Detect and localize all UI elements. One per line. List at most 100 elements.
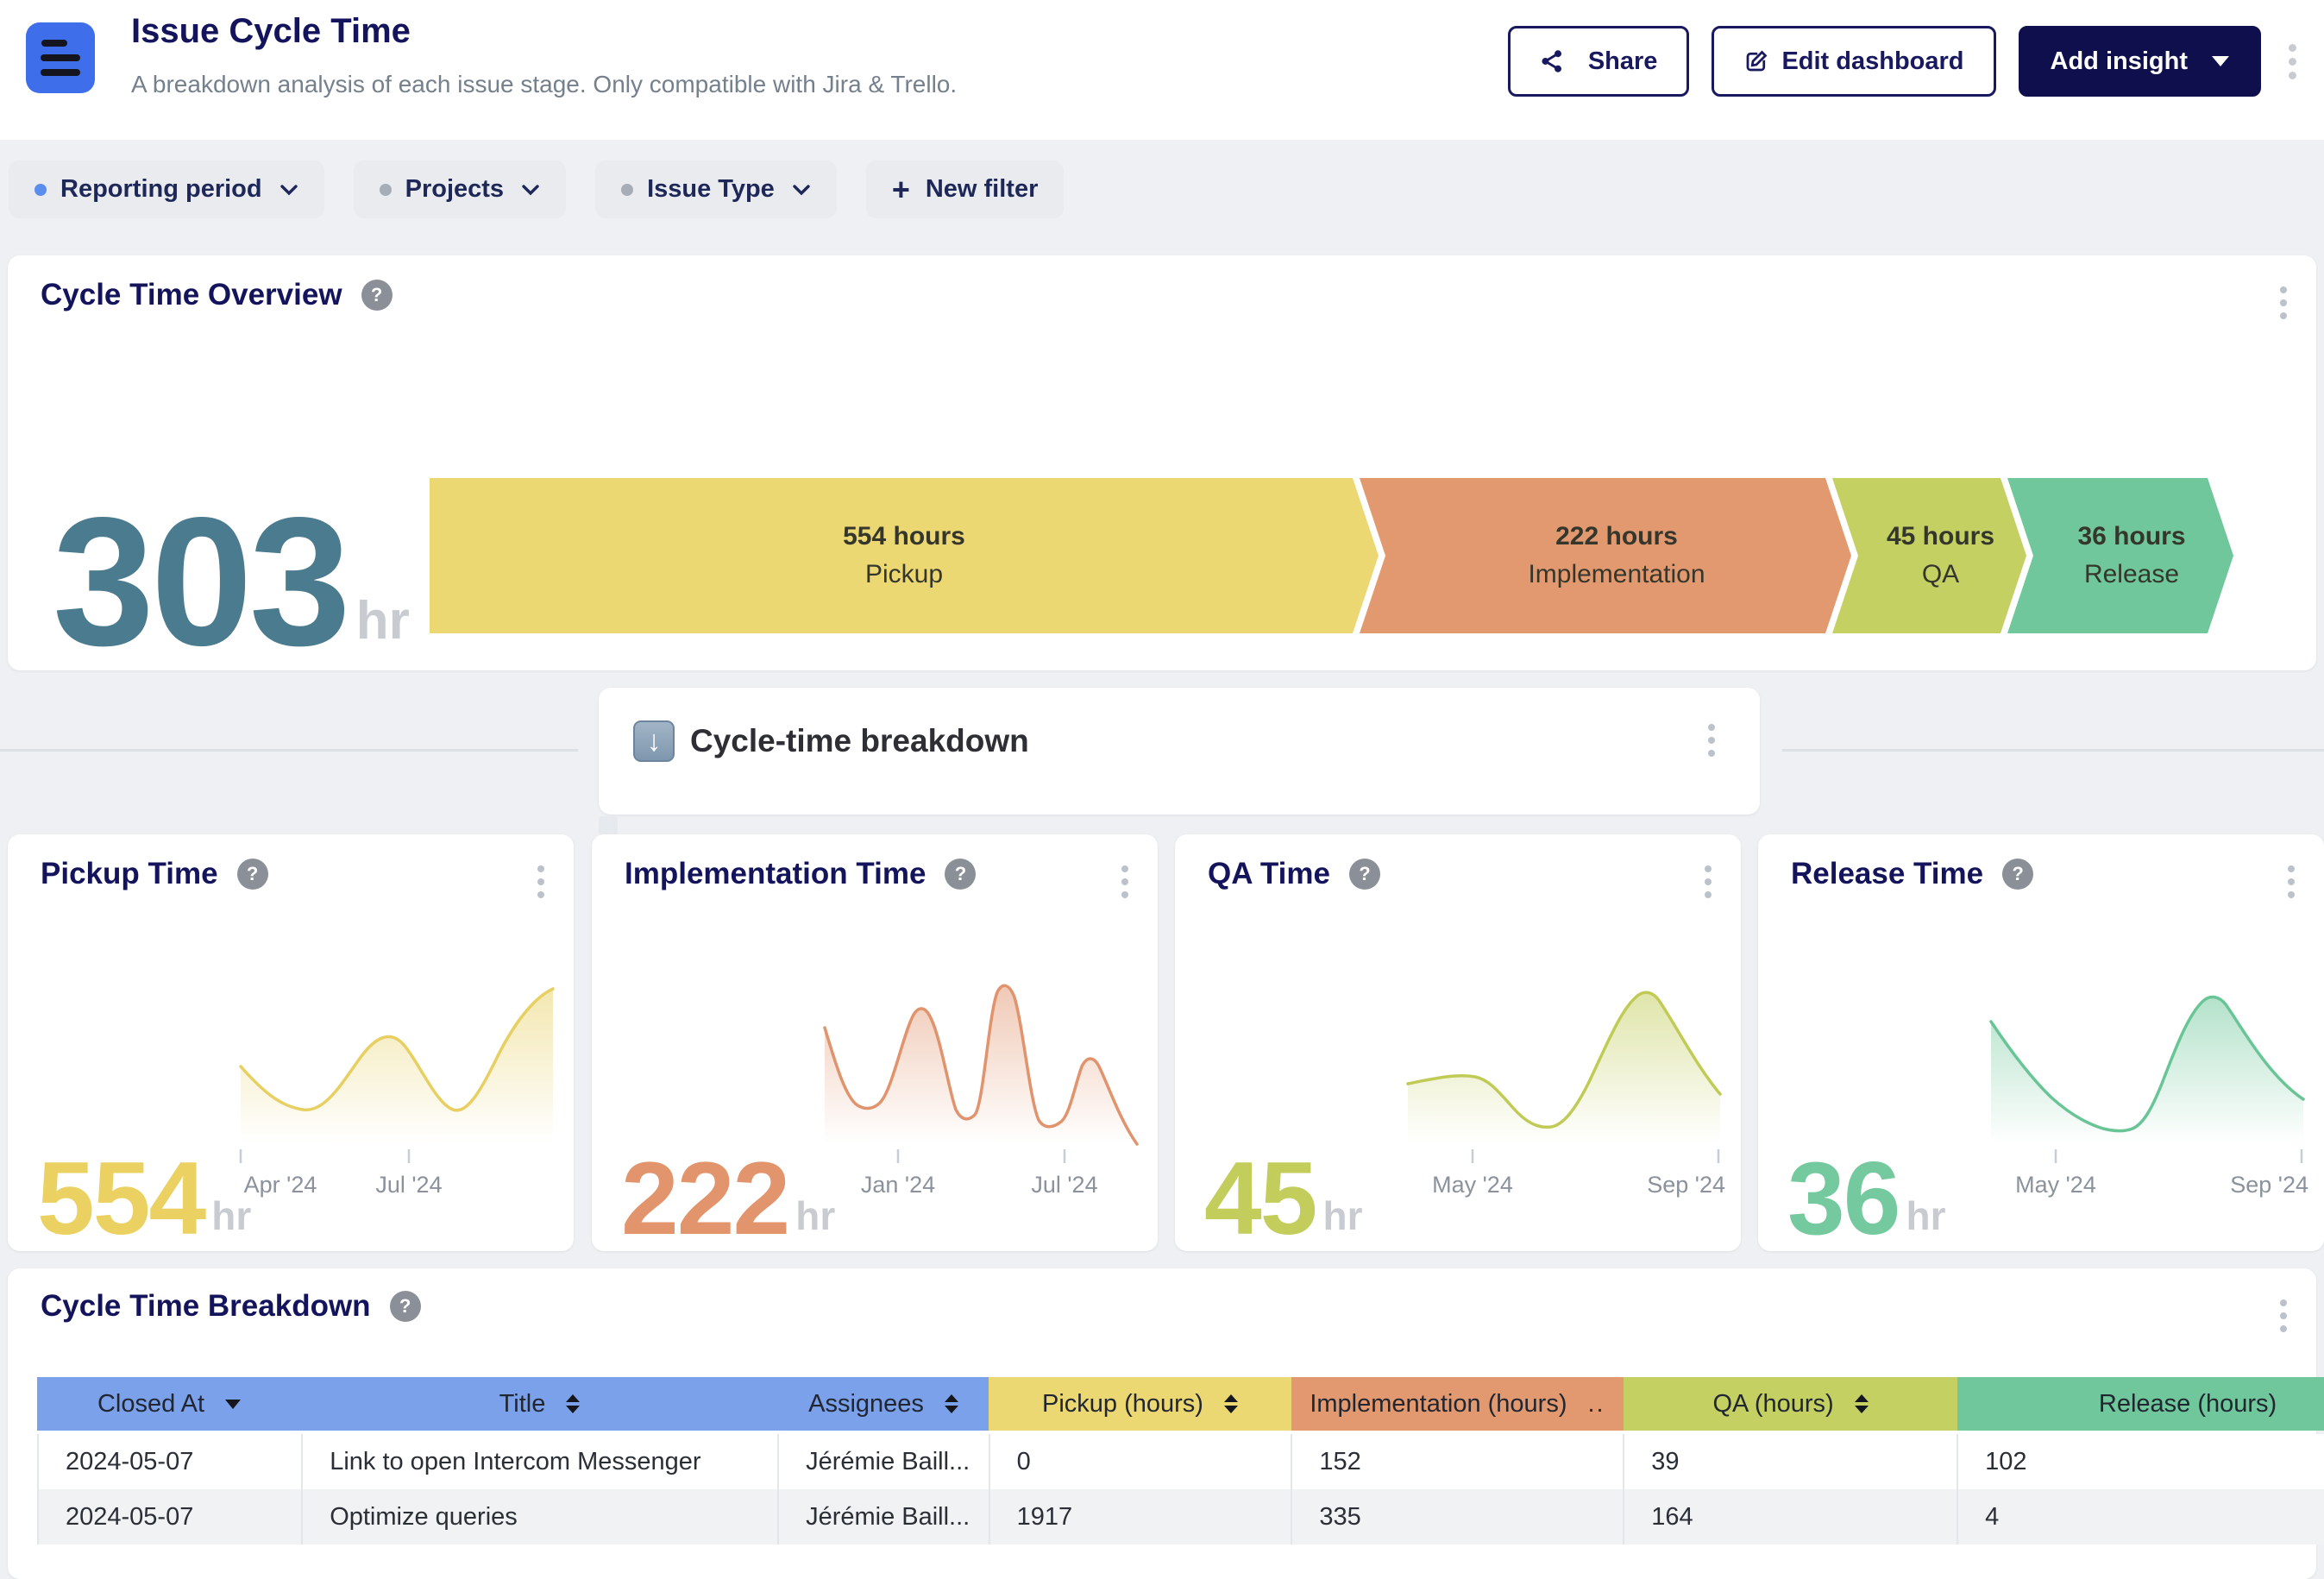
cycle-time-overview-card: Cycle Time Overview ? 303 hr 554 hoursPi… bbox=[8, 255, 2316, 670]
truncated-sort-icon: .. bbox=[1588, 1390, 1605, 1419]
metric-card-title: QA Time bbox=[1208, 857, 1330, 891]
total-unit: hr bbox=[356, 590, 410, 651]
cycle-time-breakdown-header-card: ↓ Cycle-time breakdown bbox=[599, 688, 1760, 815]
x-tick-label: Sep '24 bbox=[2230, 1172, 2308, 1198]
section-kebab-menu[interactable] bbox=[1703, 719, 1720, 762]
column-header-closed-at[interactable]: Closed At bbox=[37, 1377, 301, 1431]
metric-value: 36 hr bbox=[1787, 1155, 1945, 1242]
release-time-card: Release Time ? May '24 Sep '24 36 hr bbox=[1758, 834, 2324, 1251]
add-insight-button[interactable]: Add insight bbox=[2019, 26, 2261, 97]
edit-pencil-icon bbox=[1743, 48, 1769, 74]
menu-button[interactable] bbox=[26, 22, 95, 93]
card-kebab-menu[interactable] bbox=[1699, 860, 1717, 903]
cell-closed-at: 2024-05-07 bbox=[39, 1489, 303, 1544]
share-button[interactable]: Share bbox=[1508, 26, 1690, 97]
funnel-stage-implementation: 222 hoursImplementation bbox=[1360, 478, 1851, 633]
table-row[interactable]: 2024-05-07 Link to open Intercom Messeng… bbox=[37, 1434, 2324, 1489]
filter-label: Reporting period bbox=[60, 175, 262, 204]
help-icon[interactable]: ? bbox=[945, 859, 976, 890]
cell-pickup: 1917 bbox=[990, 1489, 1293, 1544]
cell-release: 4 bbox=[1958, 1489, 2324, 1544]
sort-icon bbox=[1224, 1394, 1238, 1413]
metric-value: 222 hr bbox=[621, 1155, 835, 1242]
column-header-implementation[interactable]: Implementation (hours) .. bbox=[1291, 1377, 1624, 1431]
help-icon[interactable]: ? bbox=[390, 1291, 421, 1322]
sort-icon bbox=[945, 1394, 958, 1413]
plus-icon: + bbox=[892, 174, 910, 205]
cell-assignees: Jérémie Baill... bbox=[779, 1489, 990, 1544]
help-icon[interactable]: ? bbox=[237, 859, 268, 890]
cell-implementation: 152 bbox=[1292, 1434, 1624, 1489]
share-label: Share bbox=[1588, 47, 1658, 76]
filter-dot bbox=[621, 184, 633, 196]
metric-value: 554 hr bbox=[37, 1155, 251, 1242]
chevron-down-icon bbox=[792, 184, 811, 196]
cell-title: Optimize queries bbox=[303, 1489, 779, 1544]
cell-qa: 164 bbox=[1624, 1489, 1958, 1544]
filter-issue-type[interactable]: Issue Type bbox=[595, 160, 837, 218]
table-kebab-menu[interactable] bbox=[2275, 1294, 2292, 1337]
column-header-release[interactable]: Release (hours) bbox=[1957, 1377, 2324, 1431]
sort-icon bbox=[1855, 1394, 1869, 1413]
add-insight-label: Add insight bbox=[2051, 47, 2188, 76]
column-header-qa[interactable]: QA (hours) bbox=[1624, 1377, 1957, 1431]
card-resize-handle[interactable] bbox=[599, 816, 618, 835]
section-divider bbox=[1782, 749, 2324, 752]
qa-time-card: QA Time ? May '24 Sep '24 45 hr bbox=[1175, 834, 1741, 1251]
cell-title: Link to open Intercom Messenger bbox=[303, 1434, 779, 1489]
x-tick-label: Jul '24 bbox=[1031, 1172, 1097, 1198]
card-kebab-menu[interactable] bbox=[1116, 860, 1134, 903]
implementation-sparkline: Jan '24 Jul '24 bbox=[816, 980, 1144, 1198]
help-icon[interactable]: ? bbox=[2002, 859, 2033, 890]
total-value: 303 bbox=[53, 506, 348, 657]
cell-closed-at: 2024-05-07 bbox=[39, 1434, 303, 1489]
new-filter-label: New filter bbox=[926, 175, 1039, 204]
cell-pickup: 0 bbox=[990, 1434, 1293, 1489]
cycle-time-table: Closed At Title Assignees Pickup (hours)… bbox=[37, 1377, 2324, 1544]
filter-label: Issue Type bbox=[647, 175, 775, 204]
card-kebab-menu[interactable] bbox=[532, 860, 550, 903]
chevron-down-icon bbox=[280, 184, 298, 196]
header-actions: Share Edit dashboard Add insight bbox=[1508, 26, 2302, 97]
edit-dashboard-button[interactable]: Edit dashboard bbox=[1712, 26, 1995, 97]
metric-card-title: Implementation Time bbox=[625, 857, 926, 891]
column-header-assignees[interactable]: Assignees bbox=[778, 1377, 989, 1431]
cell-release: 102 bbox=[1958, 1434, 2324, 1489]
filter-label: Projects bbox=[405, 175, 504, 204]
funnel-stage-qa: 45 hoursQA bbox=[1832, 478, 2026, 633]
app-header: Issue Cycle Time A breakdown analysis of… bbox=[0, 0, 2324, 140]
total-cycle-time: 303 hr bbox=[53, 506, 410, 657]
x-tick-label: Apr '24 bbox=[244, 1172, 317, 1198]
caret-down-icon bbox=[2212, 56, 2229, 66]
qa-sparkline: May '24 Sep '24 bbox=[1399, 980, 1727, 1198]
chevron-down-icon bbox=[521, 184, 540, 196]
section-title: Cycle-time breakdown bbox=[690, 723, 1029, 759]
x-tick-label: May '24 bbox=[2015, 1172, 2096, 1198]
help-icon[interactable]: ? bbox=[361, 280, 393, 311]
filter-projects[interactable]: Projects bbox=[354, 160, 566, 218]
sort-icon bbox=[566, 1394, 580, 1413]
funnel-stage-pickup: 554 hoursPickup bbox=[430, 478, 1379, 633]
table-header-row: Closed At Title Assignees Pickup (hours)… bbox=[37, 1377, 2324, 1431]
pickup-time-card: Pickup Time ? Apr '24 Jul '24 554 hr bbox=[8, 834, 574, 1251]
filter-reporting-period[interactable]: Reporting period bbox=[9, 160, 324, 218]
x-tick-label: Jan '24 bbox=[861, 1172, 935, 1198]
share-icon bbox=[1540, 49, 1564, 73]
help-icon[interactable]: ? bbox=[1349, 859, 1380, 890]
overview-card-title: Cycle Time Overview bbox=[41, 278, 342, 312]
x-tick-label: Sep '24 bbox=[1647, 1172, 1725, 1198]
column-header-title[interactable]: Title bbox=[301, 1377, 778, 1431]
cell-qa: 39 bbox=[1624, 1434, 1958, 1489]
page-subtitle: A breakdown analysis of each issue stage… bbox=[131, 71, 957, 98]
page-title: Issue Cycle Time bbox=[131, 12, 411, 51]
card-kebab-menu[interactable] bbox=[2283, 860, 2300, 903]
column-header-pickup[interactable]: Pickup (hours) bbox=[989, 1377, 1291, 1431]
filter-dot bbox=[35, 184, 47, 196]
metric-card-title: Pickup Time bbox=[41, 857, 218, 891]
header-kebab-menu[interactable] bbox=[2283, 39, 2302, 85]
hamburger-icon bbox=[41, 40, 67, 47]
table-row[interactable]: 2024-05-07 Optimize queries Jérémie Bail… bbox=[37, 1489, 2324, 1544]
new-filter-button[interactable]: + New filter bbox=[866, 160, 1065, 218]
filter-bar: Reporting period Projects Issue Type + N… bbox=[9, 160, 1064, 218]
overview-kebab-menu[interactable] bbox=[2275, 281, 2292, 324]
